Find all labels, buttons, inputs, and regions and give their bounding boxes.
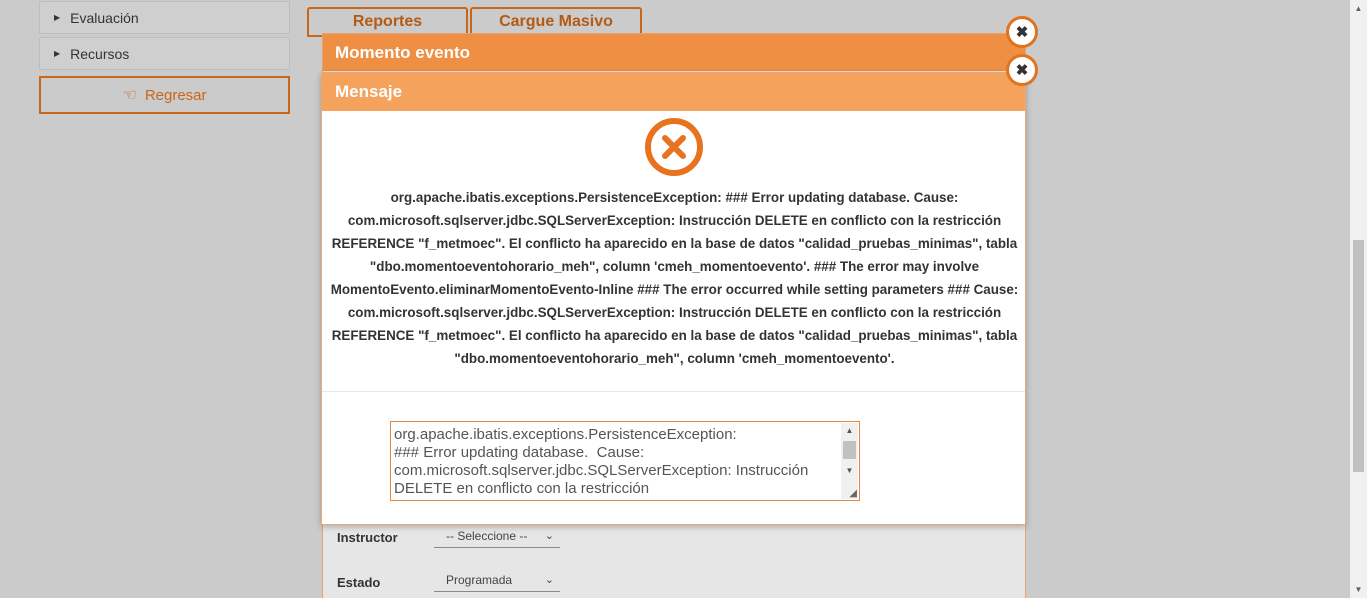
- scrollbar-thumb[interactable]: [843, 441, 856, 459]
- message-dialog: Mensaje org.apache.ibatis.exceptions.Per…: [321, 72, 1026, 525]
- tab-label: Reportes: [352, 13, 423, 30]
- error-circle-icon: [645, 118, 703, 176]
- pointing-hand-icon: ☜: [122, 87, 137, 104]
- resize-grip-icon[interactable]: ◢: [849, 488, 857, 499]
- error-detail-textarea[interactable]: org.apache.ibatis.exceptions.Persistence…: [390, 421, 860, 501]
- page-scrollbar-thumb[interactable]: [1353, 240, 1364, 472]
- estado-select[interactable]: Programada ⌄: [434, 568, 560, 592]
- sidebar-item-recursos[interactable]: ▶ Recursos: [39, 37, 290, 70]
- caret-right-icon: ▶: [54, 49, 61, 58]
- estado-select-value: Programada: [446, 572, 513, 587]
- scroll-down-icon[interactable]: ▼: [1350, 581, 1367, 598]
- scroll-down-icon[interactable]: ▼: [841, 463, 858, 477]
- sidebar-item-label: Recursos: [70, 45, 130, 62]
- caret-right-icon: ▶: [54, 13, 61, 22]
- instructor-label: Instructor: [337, 530, 398, 545]
- back-button[interactable]: ☜ Regresar: [39, 76, 290, 114]
- error-x-glyph: [662, 135, 686, 159]
- page-scrollbar[interactable]: ▲ ▼: [1350, 0, 1367, 598]
- scroll-up-icon[interactable]: ▲: [841, 423, 858, 437]
- close-icon: ✖: [1015, 62, 1029, 79]
- chevron-down-icon: ⌄: [544, 530, 554, 542]
- back-button-label: Regresar: [144, 86, 207, 104]
- tab-label: Cargue Masivo: [499, 13, 613, 30]
- message-dialog-title: Mensaje: [322, 73, 1025, 111]
- sidebar-item-label: Evaluación: [70, 9, 139, 26]
- instructor-select[interactable]: -- Seleccione -- ⌄: [434, 524, 560, 548]
- scroll-up-icon[interactable]: ▲: [1350, 0, 1367, 17]
- close-event-dialog-button[interactable]: ✖: [1006, 16, 1038, 48]
- instructor-select-value: -- Seleccione --: [446, 528, 528, 543]
- chevron-down-icon: ⌄: [544, 574, 554, 586]
- sidebar-item-evaluacion[interactable]: ▶ Evaluación: [39, 1, 290, 34]
- close-message-dialog-button[interactable]: ✖: [1006, 54, 1038, 86]
- estado-label: Estado: [337, 575, 381, 590]
- error-message: org.apache.ibatis.exceptions.Persistence…: [330, 190, 1019, 366]
- divider: [322, 391, 1025, 392]
- event-dialog-title: Momento evento: [323, 34, 1025, 71]
- close-icon: ✖: [1015, 24, 1029, 41]
- error-detail-text: org.apache.ibatis.exceptions.Persistence…: [394, 426, 809, 497]
